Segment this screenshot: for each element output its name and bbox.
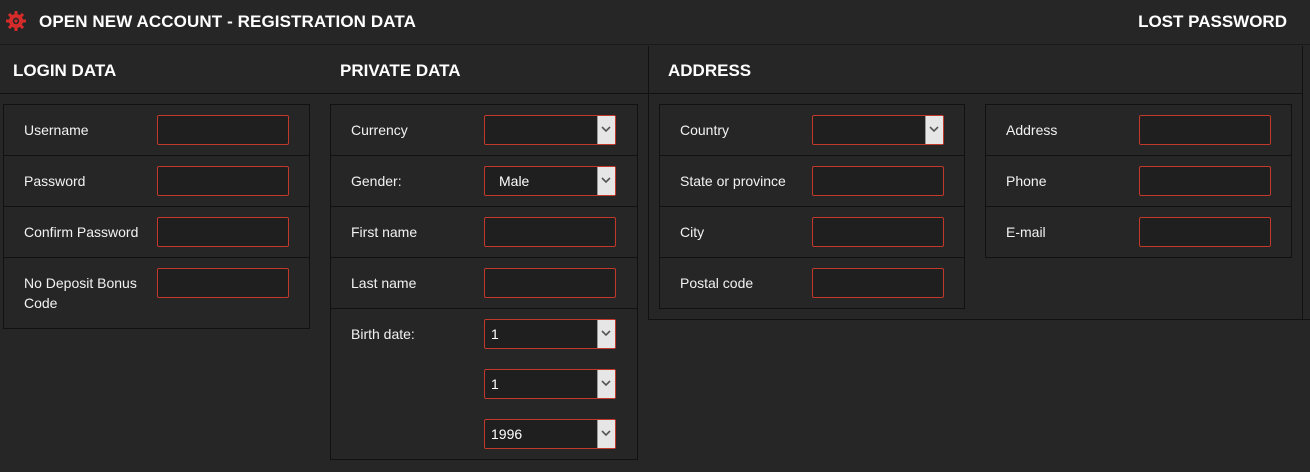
gender-value: Male bbox=[499, 173, 530, 189]
form-row-phone: Phone bbox=[986, 156, 1291, 207]
address-panel-left: Country State or province City Postal co… bbox=[659, 104, 965, 309]
form-row-currency: Currency bbox=[331, 105, 637, 156]
login-data-panel: Username Password Confirm Password No De… bbox=[3, 104, 310, 329]
address-input[interactable] bbox=[1139, 115, 1271, 145]
country-label: Country bbox=[680, 122, 730, 138]
chevron-down-icon bbox=[597, 116, 615, 144]
state-label: State or province bbox=[680, 173, 786, 189]
email-label: E-mail bbox=[1006, 224, 1046, 240]
currency-label: Currency bbox=[351, 122, 408, 138]
country-select[interactable] bbox=[812, 115, 944, 145]
lost-password-link[interactable]: LOST PASSWORD bbox=[1138, 12, 1287, 32]
chevron-down-icon bbox=[597, 167, 615, 195]
last-name-label: Last name bbox=[351, 275, 417, 291]
form-row-city: City bbox=[660, 207, 964, 258]
birth-month-select[interactable]: 1 bbox=[484, 369, 616, 399]
section-divider bbox=[0, 93, 648, 94]
form-row-gender: Gender: Male bbox=[331, 156, 637, 207]
postal-code-label: Postal code bbox=[680, 275, 754, 291]
first-name-input[interactable] bbox=[484, 217, 616, 247]
chevron-down-icon bbox=[597, 420, 615, 448]
private-data-title: PRIVATE DATA bbox=[340, 61, 461, 80]
form-row-address: Address bbox=[986, 105, 1291, 156]
last-name-input[interactable] bbox=[484, 268, 616, 298]
gender-select[interactable]: Male bbox=[484, 166, 616, 196]
birth-year-value: 1996 bbox=[491, 426, 523, 442]
form-row-password: Password bbox=[4, 156, 309, 207]
gear-icon bbox=[5, 10, 27, 32]
gender-label: Gender: bbox=[351, 173, 402, 189]
column-divider bbox=[648, 46, 649, 320]
state-input[interactable] bbox=[812, 166, 944, 196]
form-row-username: Username bbox=[4, 105, 309, 156]
address-title: ADDRESS bbox=[668, 61, 752, 80]
phone-label: Phone bbox=[1006, 173, 1047, 189]
username-label: Username bbox=[24, 122, 89, 138]
city-label: City bbox=[680, 224, 705, 240]
password-input[interactable] bbox=[157, 166, 289, 196]
section-divider bbox=[648, 93, 1303, 94]
bonus-code-label-line2: Code bbox=[24, 295, 58, 311]
city-input[interactable] bbox=[812, 217, 944, 247]
confirm-password-label: Confirm Password bbox=[24, 224, 139, 240]
column-divider bbox=[1302, 46, 1303, 320]
form-row-state: State or province bbox=[660, 156, 964, 207]
section-divider bbox=[648, 319, 1310, 320]
page-title: OPEN NEW ACCOUNT - REGISTRATION DATA bbox=[39, 12, 416, 31]
birth-month-value: 1 bbox=[491, 376, 499, 392]
chevron-down-icon bbox=[925, 116, 943, 144]
form-row-first-name: First name bbox=[331, 207, 637, 258]
password-label: Password bbox=[24, 173, 86, 189]
email-input[interactable] bbox=[1139, 217, 1271, 247]
confirm-password-input[interactable] bbox=[157, 217, 289, 247]
private-data-panel: Currency Gender: Male First name Last na… bbox=[330, 104, 638, 460]
birth-date-label: Birth date: bbox=[351, 326, 415, 342]
birth-day-value: 1 bbox=[491, 326, 499, 342]
form-row-confirm-password: Confirm Password bbox=[4, 207, 309, 258]
first-name-label: First name bbox=[351, 224, 418, 240]
bonus-code-label: No Deposit Bonus Code bbox=[24, 273, 137, 313]
phone-input[interactable] bbox=[1139, 166, 1271, 196]
form-row-bonus-code: No Deposit Bonus Code bbox=[4, 258, 309, 328]
login-data-title: LOGIN DATA bbox=[13, 61, 117, 80]
form-row-email: E-mail bbox=[986, 207, 1291, 257]
form-row-birth-date: Birth date: 1 1 1996 bbox=[331, 309, 637, 459]
bonus-code-label-line1: No Deposit Bonus bbox=[24, 275, 137, 291]
address-label: Address bbox=[1006, 122, 1058, 138]
birth-year-select[interactable]: 1996 bbox=[484, 419, 616, 449]
address-panel-right: Address Phone E-mail bbox=[985, 104, 1292, 258]
bonus-code-input[interactable] bbox=[157, 268, 289, 298]
currency-select[interactable] bbox=[484, 115, 616, 145]
form-row-postal-code: Postal code bbox=[660, 258, 964, 308]
form-row-last-name: Last name bbox=[331, 258, 637, 309]
chevron-down-icon bbox=[597, 320, 615, 348]
username-input[interactable] bbox=[157, 115, 289, 145]
postal-code-input[interactable] bbox=[812, 268, 944, 298]
header-bar: OPEN NEW ACCOUNT - REGISTRATION DATA LOS… bbox=[0, 0, 1310, 45]
chevron-down-icon bbox=[597, 370, 615, 398]
form-row-country: Country bbox=[660, 105, 964, 156]
birth-day-select[interactable]: 1 bbox=[484, 319, 616, 349]
